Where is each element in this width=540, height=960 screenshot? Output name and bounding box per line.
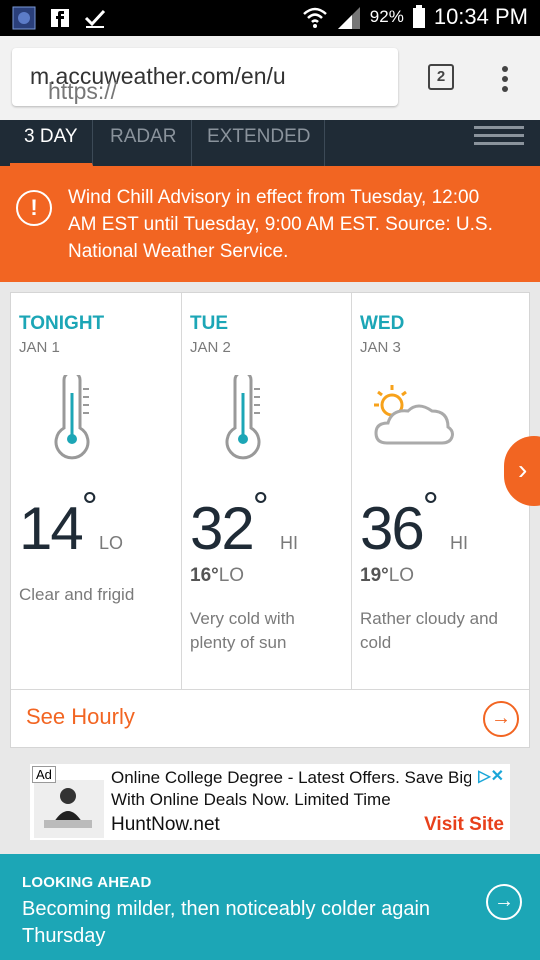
facebook-icon [51,9,69,27]
battery-percent: 92% [369,7,404,26]
forecast-nav: 3 DAY RADAR EXTENDED [0,120,540,166]
ad-banner[interactable]: Ad ▷✕ Online College Degree - Latest Off… [30,764,510,840]
forecast-day-tonight[interactable]: TONIGHT JAN 1 14° LO Clear and frigid [11,293,181,689]
forecast-day-name: TUE [190,313,228,334]
temp-type: HI [450,533,468,553]
hamburger-menu-icon[interactable] [474,126,524,150]
url-field[interactable]: https://m.accuweather.com/en/u [12,48,398,106]
looking-ahead-text: Becoming milder, then noticeably colder … [22,898,431,947]
partly-cloudy-icon [374,385,454,445]
arrow-right-icon: → [483,701,519,737]
forecast-desc: Rather cloudy and cold [360,609,498,652]
temp-type: HI [280,533,298,553]
forecast-low: 16°LO [190,565,245,586]
forecast-day-name: WED [360,313,405,334]
tab-3-day[interactable]: 3 DAY [10,120,93,166]
forecast-date: JAN 2 [190,339,231,356]
forecast-low: 19°LO [360,565,415,586]
three-day-forecast-card: TONIGHT JAN 1 14° LO Clear and frigid TU… [10,292,530,748]
ad-headline: Online College Degree - Latest Offers. S… [111,768,471,787]
alert-text: Wind Chill Advisory in effect from Tuesd… [68,187,493,262]
ad-subline: With Online Deals Now. Limited Time [111,790,391,809]
clock: 10:34 PM [433,4,528,29]
looking-ahead-panel[interactable]: LOOKING AHEAD Becoming milder, then noti… [0,854,540,960]
looking-ahead-label: LOOKING AHEAD [22,874,152,891]
thermometer-icon [225,375,261,460]
checkmark-icon [84,9,106,28]
url-scheme: https:// [48,78,118,104]
browser-menu-icon[interactable] [500,66,510,96]
status-bar: 92% 10:34 PM [0,0,540,36]
adchoices-icon[interactable]: ▷✕ [478,766,504,786]
weather-alert-banner[interactable]: ! Wind Chill Advisory in effect from Tue… [0,166,540,282]
alert-icon: ! [16,190,52,226]
forecast-temp: 32° [190,485,269,562]
forecast-day-wed[interactable]: WED JAN 3 36° HI 19°LO Rather cloudy and… [351,293,522,689]
wifi-icon [302,7,327,28]
forecast-temp: 14° [19,485,98,562]
ad-label: Ad [32,766,56,783]
forecast-day-name: TONIGHT [19,313,105,334]
ad-domain: HuntNow.net [111,814,220,835]
forecast-temp: 36° [360,485,439,562]
tab-switcher-button[interactable]: 2 [428,64,454,90]
tab-radar[interactable]: RADAR [96,120,192,166]
forecast-desc: Clear and frigid [19,585,135,604]
thermometer-icon [54,375,90,460]
arrow-right-icon: → [486,884,522,920]
browser-toolbar: https://m.accuweather.com/en/u 2 [0,36,540,120]
battery-icon [412,5,425,28]
see-hourly-label: See Hourly [26,704,135,729]
tab-extended[interactable]: EXTENDED [193,120,326,166]
ad-image [34,780,104,838]
forecast-desc: Very cold with plenty of sun [190,609,295,652]
app-icon [12,6,36,30]
forecast-date: JAN 3 [360,339,401,356]
ad-visit-site-button[interactable]: Visit Site [424,814,504,836]
forecast-date: JAN 1 [19,339,60,356]
signal-icon [337,7,360,29]
forecast-day-tue[interactable]: TUE JAN 2 32° HI 16°LO Very cold with pl… [181,293,352,689]
see-hourly-link[interactable]: See Hourly → [11,689,529,748]
temp-type: LO [99,533,124,553]
